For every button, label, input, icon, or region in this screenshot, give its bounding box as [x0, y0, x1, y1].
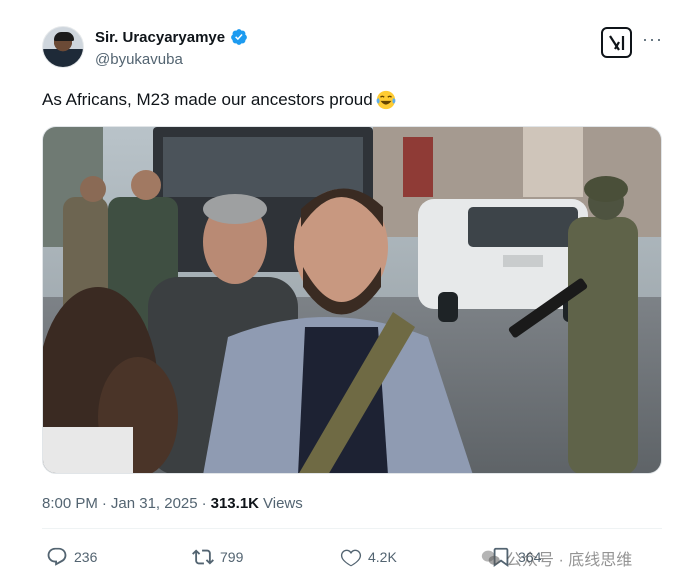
reply-icon — [47, 547, 67, 566]
face-with-tears-of-joy-icon — [376, 90, 396, 110]
verified-badge-icon — [231, 29, 247, 45]
heart-icon — [340, 549, 362, 567]
tweet-text: As Africans, M23 made our ancestors prou… — [42, 89, 397, 111]
grok-icon — [608, 34, 624, 51]
tweet-meta: 8:00 PM · Jan 31, 2025 · 313.1K Views — [42, 495, 303, 512]
repost-button[interactable]: 799 — [192, 546, 243, 568]
tweet-time[interactable]: 8:00 PM — [42, 495, 98, 512]
street-scene-photo — [43, 127, 661, 473]
views-count: 313.1K — [210, 495, 259, 512]
repost-count: 799 — [220, 549, 244, 565]
author-display-name[interactable]: Sir. Uracyaryamye — [95, 29, 225, 46]
repost-icon — [192, 549, 214, 565]
reply-count: 236 — [74, 549, 98, 565]
views-label: Views — [263, 495, 303, 512]
watermark-text: 公众号 · 底线思维 — [506, 552, 633, 569]
tweet-text-content: As Africans, M23 made our ancestors prou… — [42, 90, 373, 109]
divider — [42, 528, 662, 529]
reply-button[interactable]: 236 — [46, 546, 97, 568]
watermark: 公众号 · 底线思维 — [480, 546, 632, 570]
author-name-row[interactable]: Sir. Uracyaryamye — [95, 28, 248, 46]
grok-button[interactable] — [601, 27, 632, 58]
tweet-media-image[interactable] — [42, 126, 662, 474]
more-icon: ··· — [642, 29, 663, 49]
tweet-card: Sir. Uracyaryamye @byukavuba ··· As Afri… — [0, 0, 690, 588]
avatar-cap — [54, 32, 74, 41]
meta-separator-2: · — [201, 495, 207, 512]
avatar[interactable] — [42, 26, 84, 68]
wechat-icon — [481, 550, 500, 565]
like-count: 4.2K — [368, 549, 397, 565]
author-handle[interactable]: @byukavuba — [95, 51, 183, 68]
like-button[interactable]: 4.2K — [340, 546, 397, 568]
tweet-date[interactable]: Jan 31, 2025 — [111, 495, 198, 512]
meta-separator: · — [101, 495, 107, 512]
more-options-button[interactable]: ··· — [642, 29, 663, 49]
